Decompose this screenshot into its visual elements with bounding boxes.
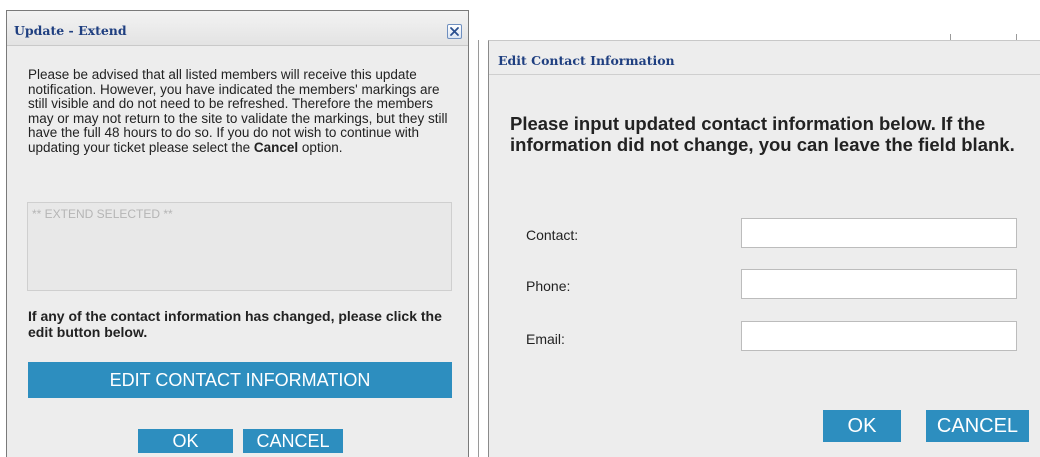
contact-change-note: If any of the contact information has ch… (28, 308, 442, 340)
contact-label: Contact: (526, 227, 579, 243)
notice-cancel-emphasis: Cancel (253, 139, 299, 155)
cancel-button[interactable]: CANCEL (926, 410, 1029, 442)
edit-contact-information-button[interactable]: EDIT CONTACT INFORMATION (28, 362, 452, 398)
edit-contact-dialog: Edit Contact Information Please input up… (488, 40, 1040, 457)
phone-input[interactable] (741, 269, 1017, 299)
notice-text-main: Please be advised that all listed member… (28, 67, 448, 155)
ok-button[interactable]: OK (823, 410, 901, 442)
phone-label: Phone: (526, 278, 571, 294)
update-extend-dialog: Update - Extend Please be advised that a… (6, 10, 469, 457)
extend-selected-text: ** EXTEND SELECTED ** (32, 207, 173, 221)
close-icon (450, 27, 459, 36)
extend-selected-box: ** EXTEND SELECTED ** (27, 202, 452, 291)
dialog-title: Edit Contact Information (498, 53, 675, 68)
notice-text-tail: option. (298, 139, 343, 155)
email-label: Email: (526, 331, 565, 347)
instructions-text: Please input updated contact information… (510, 113, 1015, 155)
dialog-titlebar: Update - Extend (7, 11, 468, 45)
close-button[interactable] (447, 24, 462, 39)
contact-input[interactable] (741, 218, 1017, 248)
screen: Update - Extend Please be advised that a… (0, 0, 1040, 457)
email-input[interactable] (741, 321, 1017, 351)
ok-button[interactable]: OK (138, 429, 233, 453)
background-divider (478, 40, 479, 457)
cancel-button[interactable]: CANCEL (243, 429, 343, 453)
notice-text: Please be advised that all listed member… (28, 67, 456, 156)
dialog-body: Please be advised that all listed member… (7, 45, 468, 457)
dialog-body: Please input updated contact information… (489, 74, 1040, 457)
dialog-title: Update - Extend (14, 23, 127, 38)
